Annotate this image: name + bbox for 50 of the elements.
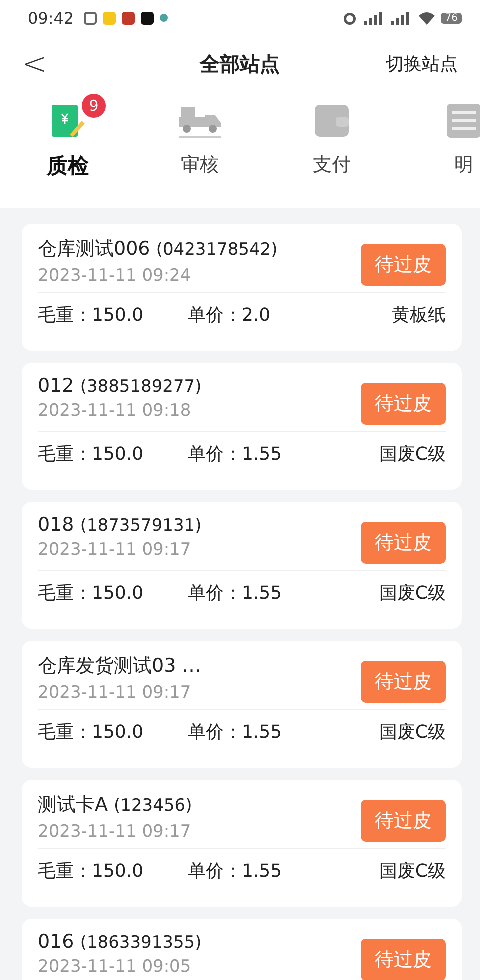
list-icon[interactable] [444,101,480,141]
tab[interactable]: 支付 [313,152,351,178]
order-time: 2023-11-11 09:05 [38,957,192,977]
material-category: 国废C级 [379,443,446,466]
order-name: 仓库发货测试03 … [38,654,202,679]
order-time: 2023-11-11 09:24 [38,266,192,286]
material-category: 国废C级 [379,860,446,883]
order-card[interactable]: 012 (3885189277) 2023-11-11 09:18 待过皮 毛重：150.0 单价：1.55 国废C级 [22,363,462,490]
status-time: 09:42 [28,8,74,28]
app-icon [160,14,168,22]
tab[interactable]: 明 [454,152,474,178]
app-icon [84,12,98,24]
order-name: 012 (3885189277) [38,375,203,397]
back-button[interactable]: < [0,46,48,82]
order-name: 测试卡A (123456) [38,793,194,818]
app-icon [122,12,136,24]
wifi-icon [418,11,436,25]
page-title: 全部站点 [200,50,280,78]
order-card[interactable]: 仓库发货测试03 … 2023-11-11 09:17 待过皮 毛重：150.0 单价：1.55 国废C级 [22,641,462,768]
order-name: 016 (1863391355) [38,931,203,953]
switch-site-button[interactable]: 切换站点 [380,51,464,77]
order-time: 2023-11-11 09:17 [38,540,192,560]
unit-price: 单价：1.55 [188,721,282,744]
gross-weight: 毛重：150.0 [38,304,145,327]
order-card[interactable]: 仓库测试006 (0423178542) 2023-11-11 09:24 待过皮 毛重：150.0 单价：2.0 黄板纸 [22,224,462,351]
order-time: 2023-11-11 09:17 [38,683,192,703]
order-name: 018 (1873579131) [38,514,203,536]
gross-weight: 毛重：150.0 [38,860,145,883]
count-badge: 9 [82,94,106,118]
order-name: 仓库测试006 (0423178542) [38,237,279,262]
battery-level: 76 [441,12,462,24]
unit-price: 单价：1.55 [188,582,282,605]
order-card[interactable]: 测试卡A (123456) 2023-11-11 09:17 待过皮 毛重：150.0 单价：1.55 国废C级 [22,780,462,907]
material-category: 黄板纸 [392,304,446,327]
order-time: 2023-11-11 09:17 [38,822,192,842]
unit-price: 单价：1.55 [188,443,282,466]
app-icon [103,12,116,24]
gross-weight: 毛重：150.0 [38,721,145,744]
app-icon [141,12,154,24]
order-card[interactable]: 018 (1873579131) 2023-11-11 09:17 待过皮 毛重：150.0 单价：1.55 国废C级 [22,502,462,629]
material-category: 国废C级 [379,582,446,605]
tab[interactable]: 审核 [181,152,219,178]
order-time: 2023-11-11 09:18 [38,401,192,421]
material-category: 国废C级 [379,721,446,744]
unit-price: 单价：2.0 [188,304,271,327]
gross-weight: 毛重：150.0 [38,443,145,466]
tab[interactable]: 质检 [47,152,89,180]
unit-price: 单价：1.55 [188,860,282,883]
gross-weight: 毛重：150.0 [38,582,145,605]
order-card[interactable]: 016 (1863391355) 2023-11-11 09:05 待过皮 [22,919,462,980]
